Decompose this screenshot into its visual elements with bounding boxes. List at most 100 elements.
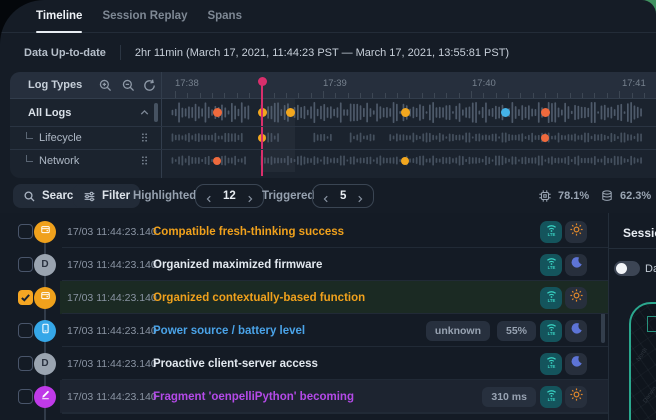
ruler-tick xyxy=(298,93,299,98)
moon-icon xyxy=(569,354,584,374)
edit-icon xyxy=(39,388,52,406)
ruler-tick xyxy=(520,93,521,98)
refresh-icon[interactable] xyxy=(142,78,157,93)
log-row[interactable]: D17/03 11:44:23.140Organized maximized f… xyxy=(0,248,608,281)
event-marker[interactable] xyxy=(501,108,510,117)
event-marker[interactable] xyxy=(286,108,295,117)
ruler-tick xyxy=(397,93,398,98)
log-type-icon xyxy=(34,320,56,342)
timeline-panel: 17:3817:3917:4017:41 Log Types All Logs L… xyxy=(10,72,656,178)
sun-mode-button[interactable] xyxy=(565,287,587,309)
playhead-handle[interactable] xyxy=(258,77,267,86)
highlighted-stepper-value: 12 xyxy=(223,190,236,202)
ruler-tick xyxy=(619,91,620,98)
network-lte-button[interactable]: LTE xyxy=(540,221,562,243)
log-types-title: Log Types xyxy=(28,79,82,91)
log-row[interactable]: D17/03 11:44:23.140Proactive client-serv… xyxy=(0,347,608,380)
triggered-stepper: 5 xyxy=(312,184,374,208)
chevron-right-icon[interactable] xyxy=(245,191,255,201)
ruler-tick xyxy=(372,93,373,98)
log-row[interactable]: 17/03 11:44:23.140Organized contextually… xyxy=(0,281,608,314)
log-row-checkbox[interactable] xyxy=(18,356,33,371)
log-timestamp: 17/03 11:44:23.140 xyxy=(67,314,157,347)
network-lte-button[interactable]: LTE xyxy=(540,353,562,375)
log-row[interactable]: 17/03 11:44:23.140Compatible fresh-think… xyxy=(0,215,608,248)
timeline-row-label: All Logs xyxy=(28,107,71,119)
sun-mode-button[interactable] xyxy=(565,221,587,243)
zoom-out-icon[interactable] xyxy=(121,78,136,93)
svg-text:LTE: LTE xyxy=(547,265,555,270)
page: Timeline Session Replay Spans Data Up-to-d… xyxy=(0,0,656,420)
log-row-checkbox[interactable] xyxy=(18,257,33,272)
log-message: Compatible fresh-thinking success xyxy=(153,215,344,248)
map-label: Darwin xyxy=(643,386,656,405)
log-badge: 55% xyxy=(497,321,536,341)
log-types-scrollbar[interactable] xyxy=(154,103,158,122)
sun-icon xyxy=(569,222,584,242)
event-marker[interactable] xyxy=(213,108,222,117)
session-toggle-label: Da xyxy=(645,261,656,276)
ruler-tick xyxy=(434,93,435,98)
ruler-time-label: 17:39 xyxy=(323,78,347,89)
log-types-panel: Log Types All LogsLifecycleNetwork xyxy=(10,72,162,178)
tab-session-replay[interactable]: Session Replay xyxy=(102,0,187,33)
ruler-tick xyxy=(409,93,410,98)
event-marker[interactable] xyxy=(401,157,409,165)
log-badge: 310 ms xyxy=(482,387,536,407)
zoom-in-icon[interactable] xyxy=(98,78,113,93)
log-row-checkbox[interactable] xyxy=(18,290,33,305)
grip-icon[interactable] xyxy=(138,154,151,167)
moon-icon xyxy=(569,321,584,341)
svg-text:LTE: LTE xyxy=(547,364,555,369)
playhead-line[interactable] xyxy=(261,81,263,176)
ruler-tick xyxy=(311,93,312,98)
log-row-checkbox[interactable] xyxy=(18,323,33,338)
tree-branch-icon xyxy=(26,132,33,139)
network-lte-button[interactable]: LTE xyxy=(540,386,562,408)
ruler-tick xyxy=(557,93,558,98)
event-marker[interactable] xyxy=(213,157,221,165)
session-panel: Session Da North Darwin xyxy=(608,213,656,420)
phone-icon xyxy=(39,322,52,340)
log-row[interactable]: 17/03 11:44:23.140Fragment 'oenpelliPyth… xyxy=(0,380,608,413)
filter-button[interactable]: Filter xyxy=(73,184,140,208)
event-marker[interactable] xyxy=(541,134,549,142)
chevron-left-icon[interactable] xyxy=(321,191,331,201)
log-message: Fragment 'oenpelliPython' becoming xyxy=(153,380,354,413)
chevron-left-icon[interactable] xyxy=(204,191,214,201)
timeline-row-label: Lifecycle xyxy=(39,132,82,144)
log-type-icon: D xyxy=(34,254,56,276)
network-lte-button[interactable]: LTE xyxy=(540,254,562,276)
app-window: Timeline Session Replay Spans Data Up-to-d… xyxy=(0,0,656,420)
sun-mode-button[interactable] xyxy=(565,386,587,408)
moon-mode-button[interactable] xyxy=(565,353,587,375)
ruler-tick xyxy=(175,91,176,98)
timeline-canvas[interactable]: 17:3817:3917:4017:41 xyxy=(163,72,656,178)
tab-timeline[interactable]: Timeline xyxy=(36,0,82,33)
moon-mode-button[interactable] xyxy=(565,320,587,342)
network-lte-button[interactable]: LTE xyxy=(540,287,562,309)
chevron-up-icon[interactable] xyxy=(138,106,151,119)
tab-spans[interactable]: Spans xyxy=(207,0,242,33)
map-label: North xyxy=(636,347,649,362)
chevron-right-icon[interactable] xyxy=(355,191,365,201)
event-marker[interactable] xyxy=(401,108,410,117)
status-bar: Data Up-to-date 2hr 11min (March 17, 202… xyxy=(0,34,656,71)
ruler-tick xyxy=(446,93,447,98)
device-preview-frame[interactable]: North Darwin xyxy=(629,302,656,420)
log-row[interactable]: 17/03 11:44:23.140Power source / battery… xyxy=(0,314,608,347)
cpu-value: 78.1% xyxy=(558,190,589,202)
log-row-checkbox[interactable] xyxy=(18,389,33,404)
waveform-network xyxy=(163,149,656,172)
log-row-checkbox[interactable] xyxy=(18,224,33,239)
svg-text:LTE: LTE xyxy=(547,298,555,303)
grip-icon[interactable] xyxy=(138,131,151,144)
network-lte-button[interactable]: LTE xyxy=(540,320,562,342)
ruler-tick xyxy=(200,93,201,98)
log-list: 17/03 11:44:23.140 Compatible fresh-think… xyxy=(0,213,608,420)
log-type-icon xyxy=(34,287,56,309)
session-toggle[interactable] xyxy=(614,261,640,276)
ruler-time-label: 17:41 xyxy=(622,78,646,89)
moon-mode-button[interactable] xyxy=(565,254,587,276)
event-marker[interactable] xyxy=(541,108,550,117)
